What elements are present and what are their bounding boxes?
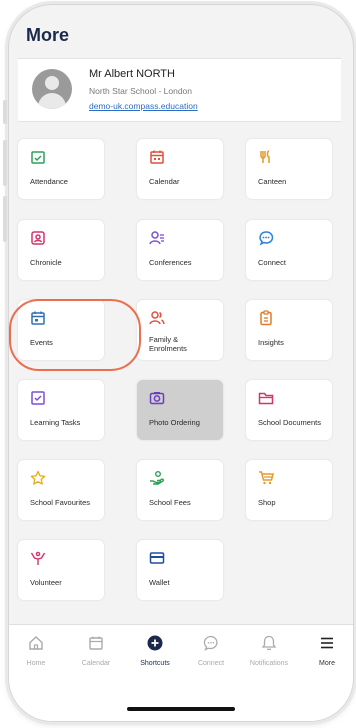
tile-label: Connect (258, 258, 286, 267)
tile-school-favourites[interactable]: School Favourites (18, 460, 104, 520)
tab-notifications[interactable]: Notifications (244, 635, 294, 667)
tile-label: Canteen (258, 177, 287, 186)
tile-connect[interactable]: Connect (246, 220, 332, 280)
tile-label: Family & Enrolments (149, 335, 187, 353)
tile-school-fees[interactable]: School Fees (137, 460, 223, 520)
shop-icon (259, 471, 274, 485)
conferences-icon (149, 231, 164, 245)
school-fees-icon (150, 471, 165, 485)
home-indicator (127, 707, 235, 711)
tile-label: School Fees (149, 498, 191, 507)
tab-label: Calendar (81, 660, 111, 667)
tab-bar: Home Calendar Shortcuts Connect Notifica… (9, 624, 353, 721)
calendar-icon (150, 150, 164, 164)
menu-icon (321, 637, 333, 649)
tile-canteen[interactable]: Canteen (246, 139, 332, 199)
tile-wallet[interactable]: Wallet (137, 540, 223, 600)
phone-frame: More Mr Albert NORTH North Star School -… (8, 4, 354, 722)
chronicle-icon (31, 231, 45, 245)
tile-label: Calendar (149, 177, 180, 186)
tile-photo-ordering[interactable]: Photo Ordering (137, 380, 223, 440)
family-icon (149, 311, 165, 325)
tile-label: Photo Ordering (149, 418, 200, 427)
tile-label: Insights (258, 338, 284, 347)
tab-calendar[interactable]: Calendar (71, 635, 121, 667)
tile-insights[interactable]: Insights (246, 300, 332, 360)
tab-home[interactable]: Home (11, 635, 61, 667)
avatar (32, 69, 72, 109)
tile-label: Attendance (30, 177, 68, 186)
profile-school: North Star School - London (89, 86, 193, 96)
learning-tasks-icon (31, 391, 45, 405)
tab-label: Notifications (249, 660, 289, 667)
tile-attendance[interactable]: Attendance (18, 139, 104, 199)
tab-label: Shortcuts (140, 660, 170, 667)
tile-volunteer[interactable]: Volunteer (18, 540, 104, 600)
tile-label: School Documents (258, 418, 321, 427)
tile-label: Volunteer (30, 578, 62, 587)
tile-label: Shop (258, 498, 276, 507)
tab-connect[interactable]: Connect (186, 635, 236, 667)
attendance-icon (31, 151, 45, 164)
star-icon (30, 470, 46, 485)
profile-link[interactable]: demo-uk.compass.education (89, 101, 198, 111)
chat-icon (203, 635, 218, 651)
tile-label: Conferences (149, 258, 192, 267)
tile-label: Chronicle (30, 258, 62, 267)
bell-icon (261, 635, 277, 650)
profile-name: Mr Albert NORTH (89, 68, 175, 80)
tile-family-enrolments[interactable]: Family & Enrolments (137, 300, 223, 360)
tile-shop[interactable]: Shop (246, 460, 332, 520)
profile-card[interactable]: Mr Albert NORTH North Star School - Lond… (18, 58, 341, 122)
page-title: More (26, 25, 70, 45)
photo-icon (149, 392, 165, 405)
side-button (3, 140, 7, 186)
canteen-icon (260, 150, 270, 163)
tile-label: Learning Tasks (30, 418, 81, 427)
connect-icon (259, 231, 274, 246)
plus-icon (147, 635, 163, 651)
tab-label: Home (26, 660, 46, 667)
home-icon (29, 636, 43, 650)
side-button (3, 100, 7, 124)
tile-learning-tasks[interactable]: Learning Tasks (18, 380, 104, 440)
tab-label: More (319, 660, 335, 667)
wallet-icon (149, 552, 165, 564)
tile-conferences[interactable]: Conferences (137, 220, 223, 280)
tab-shortcuts[interactable]: Shortcuts (130, 635, 180, 667)
tile-label: Wallet (149, 578, 170, 587)
insights-icon (260, 310, 272, 326)
tile-label: School Favourites (30, 498, 91, 507)
volunteer-icon (30, 551, 46, 565)
tab-more[interactable]: More (302, 635, 352, 667)
tile-calendar[interactable]: Calendar (137, 139, 223, 199)
school-documents-icon (258, 392, 274, 405)
tile-chronicle[interactable]: Chronicle (18, 220, 104, 280)
tile-school-documents[interactable]: School Documents (246, 380, 332, 440)
events-highlight-ring (9, 299, 141, 371)
tab-label: Connect (197, 660, 225, 667)
calendar-icon (89, 636, 103, 650)
side-button (3, 196, 7, 242)
